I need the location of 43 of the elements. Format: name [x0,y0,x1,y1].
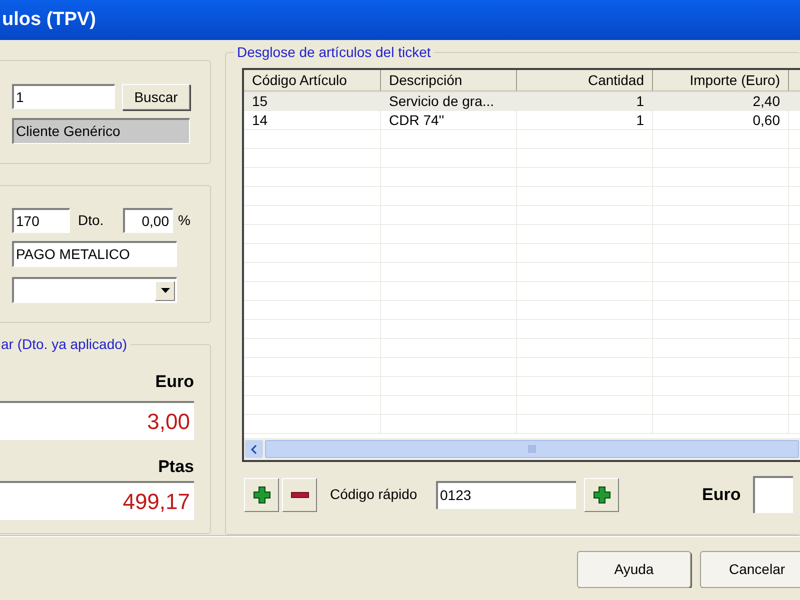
table-cell: Servicio de gra... [381,92,517,110]
column-header[interactable]: Cantidad [517,70,653,92]
discount-label: Dto. [78,211,105,230]
input-field[interactable]: PAGO METALICO [12,241,177,267]
add-button[interactable] [244,478,279,512]
scroll-thumb[interactable] [265,440,799,458]
plus-icon [252,486,270,504]
column-header[interactable]: Descripción [381,70,517,92]
window-title: ulos (TPV) [1,8,96,32]
table-cell: 2,40 [653,92,789,110]
readonly-field: Cliente Genérico [12,118,190,144]
input-field[interactable]: 170 [12,208,70,233]
total-field: 3,00 [0,401,194,440]
percent-label: % [178,211,190,230]
horizontal-scrollbar[interactable] [244,438,800,460]
input-field[interactable]: 1 [12,84,115,109]
dialog-button[interactable]: Ayuda [577,551,691,588]
dropdown-field[interactable] [12,277,177,303]
discount-field[interactable]: 0,00 [123,208,173,233]
column-header[interactable]: Importe (Euro) [653,70,789,92]
scroll-left-icon[interactable] [245,440,263,458]
plus-icon [592,486,610,504]
remove-button[interactable] [282,478,317,512]
search-button[interactable]: Buscar [122,84,190,110]
currency-label: Euro [155,372,194,392]
column-header[interactable]: Código Artículo [244,70,381,92]
input-field[interactable] [752,476,793,513]
dialog-button[interactable]: Cancelar [700,551,800,588]
table-row[interactable]: 14 CDR 74'' 1 0,60 [244,111,800,130]
minus-icon [290,492,308,498]
total-field: 499,17 [0,481,194,520]
currency-label: Ptas [158,457,194,477]
table-cell: 14 [244,111,381,129]
currency-label: Euro [702,484,741,506]
table-cell: 1 [517,111,653,129]
table-cell: 1 [517,92,653,110]
quick-code-field[interactable]: 0123 [436,480,576,508]
table-row[interactable]: 15 Servicio de gra... 1 2,40 [244,92,800,111]
quick-code-label: Código rápido [330,485,418,504]
add-button[interactable] [584,478,619,512]
table-cell: CDR 74'' [381,111,517,129]
table-cell: 15 [244,92,381,110]
table-cell: 0,60 [653,111,789,129]
